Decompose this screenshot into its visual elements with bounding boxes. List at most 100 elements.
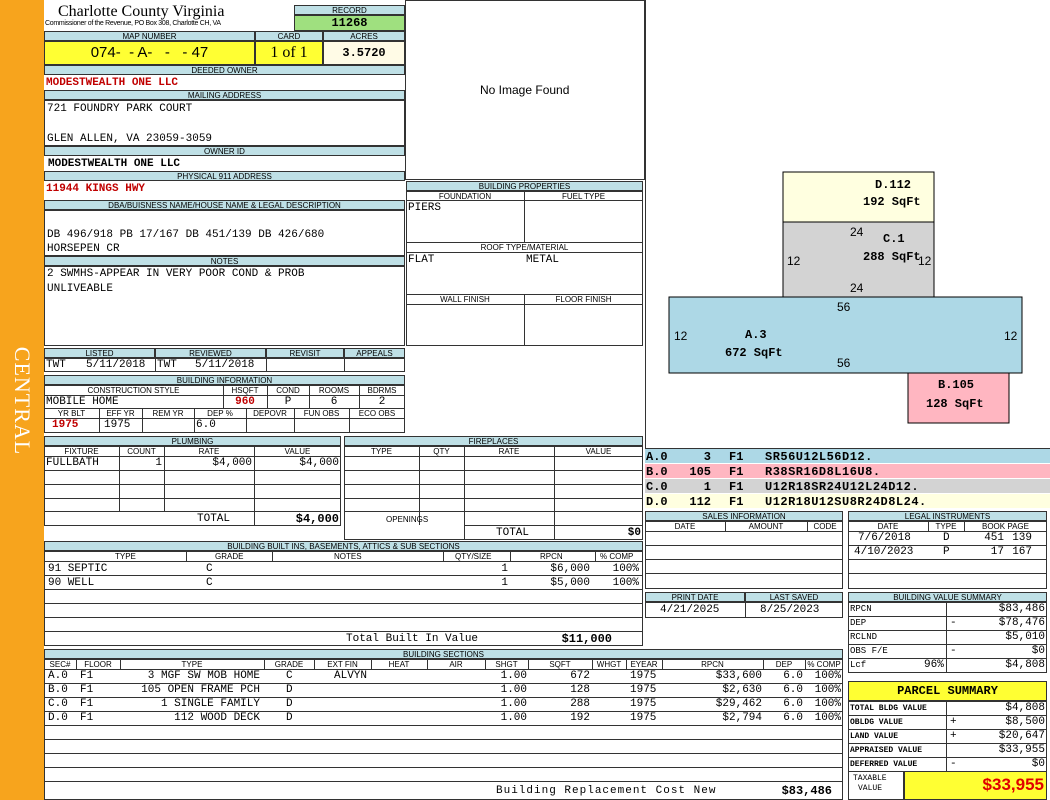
- building-properties-label: BUILDING PROPERTIES: [406, 181, 643, 191]
- built-in-total-label: Total Built In Value: [346, 633, 479, 645]
- card-value: 1 of 1: [255, 41, 323, 65]
- foundation-value: PIERS: [408, 202, 442, 214]
- parcel-value: $20,647: [998, 730, 1045, 742]
- section-type: 105 OPEN FRAME PCH: [141, 684, 260, 696]
- sidebar: CENTRAL: [0, 0, 44, 800]
- vector-row: A.0 3 F1 SR56U12L56D12.: [645, 449, 1050, 464]
- reviewed-label: REVIEWED: [155, 348, 266, 358]
- parcel-value: $0: [1031, 758, 1045, 770]
- section-sec: A.0: [48, 670, 68, 682]
- sections-header: DEP: [775, 660, 793, 669]
- value-summary-value: $5,010: [1005, 631, 1045, 643]
- roof-type: FLAT: [408, 254, 435, 266]
- taxable-value: $33,955: [904, 771, 1047, 800]
- map-number: 074- - A- - - 47: [44, 41, 255, 65]
- plumbing-label: PLUMBING: [44, 436, 341, 446]
- legal-book: 17: [990, 546, 1004, 558]
- map-number-label: MAP NUMBER: [44, 31, 255, 41]
- fireplace-header-rate: RATE: [498, 447, 520, 456]
- plumbing-count: 1: [155, 457, 162, 469]
- sections-header: SQFT: [549, 660, 571, 669]
- sketch-dim-56-top: 56: [837, 300, 851, 314]
- legal-instruments-label: LEGAL INSTRUMENTS: [848, 511, 1047, 521]
- print-date: 4/21/2025: [660, 604, 720, 616]
- revisit-label: REVISIT: [266, 348, 344, 358]
- sketch-d-area: 192 SqFt: [863, 195, 921, 209]
- sections-header: TYPE: [181, 660, 203, 669]
- legal-date: 7/6/2018: [858, 532, 911, 544]
- section-sec: B.0: [48, 684, 68, 696]
- section-rpcn: $29,462: [715, 698, 762, 710]
- section-eyear: 1975: [630, 684, 657, 696]
- mailing-line-1: 721 FOUNDRY PARK COURT: [47, 103, 193, 115]
- rooms-value: 6: [330, 396, 338, 408]
- rooms-label: ROOMS: [318, 386, 350, 395]
- cond-value: P: [284, 396, 292, 408]
- sections-header: SEC#: [49, 660, 71, 669]
- built-in-rpcn: $5,000: [550, 577, 590, 589]
- section-sec: D.0: [48, 712, 68, 724]
- plumbing-total-label: TOTAL: [197, 513, 231, 525]
- dba-label: DBA/BUISNESS NAME/HOUSE NAME & LEGAL DES…: [44, 200, 405, 210]
- built-in-header-type: TYPE: [115, 552, 136, 561]
- building-sections-label: BUILDING SECTIONS: [44, 649, 843, 659]
- legal-line-2: HORSEPEN CR: [47, 243, 120, 255]
- taxable-label-1: TAXABLE: [853, 774, 887, 783]
- bdrms-value: 2: [378, 396, 386, 408]
- mailing-address-label: MAILING ADDRESS: [44, 90, 405, 100]
- owner-id: MODESTWEALTH ONE LLC: [48, 158, 181, 170]
- cond-label: COND: [276, 386, 300, 395]
- section-sec: C.0: [48, 698, 68, 710]
- plumbing-fixture: FULLBATH: [46, 457, 99, 469]
- legal-page: 139: [1012, 532, 1032, 544]
- sections-col-divider: [485, 659, 486, 669]
- built-in-grade: C: [206, 577, 213, 589]
- listed-label: LISTED: [44, 348, 155, 358]
- parcel-value: $8,500: [1005, 716, 1045, 728]
- vector-row: B.0 105 F1 R38SR16D8L16U8.: [645, 464, 1050, 479]
- record-label: RECORD: [294, 5, 405, 15]
- sections-header: FLOOR: [84, 660, 112, 669]
- yr-blt-label: YR BLT: [57, 409, 86, 418]
- legal-date: 4/10/2023: [854, 546, 914, 558]
- sections-col-divider: [805, 659, 806, 669]
- notes-label: NOTES: [44, 256, 405, 266]
- vector-floor: F1: [729, 480, 744, 494]
- vector-path: U12R18U12SU8R24D8L24.: [765, 495, 927, 509]
- built-in-header-comp: % COMP: [600, 552, 634, 561]
- fun-obs-label: FUN OBS: [303, 409, 340, 418]
- plumbing-total: $4,000: [295, 512, 339, 526]
- section-sqft: 288: [570, 698, 590, 710]
- roof-label: ROOF TYPE/MATERIAL: [480, 243, 569, 252]
- depovr-label: DEPOVR: [253, 409, 287, 418]
- vector-code: 1: [703, 480, 711, 494]
- section-dep: 6.0: [783, 684, 803, 696]
- county-title: Charlotte County Virginia: [58, 3, 225, 20]
- sketch-dim-12-a-left: 12: [674, 329, 688, 343]
- appeals-label: APPEALS: [344, 348, 405, 358]
- section-floor: F1: [80, 684, 94, 696]
- sketch-b-area: 128 SqFt: [926, 397, 984, 411]
- sketch-c-name: C.1: [883, 232, 905, 246]
- sections-header: % COMP: [807, 660, 841, 669]
- section-eyear: 1975: [630, 698, 657, 710]
- section-shgt: 1.00: [500, 698, 527, 710]
- listed-date: 5/11/2018: [86, 359, 146, 371]
- fireplace-total-label: TOTAL: [496, 527, 530, 539]
- sections-col-divider: [763, 659, 764, 669]
- section-dep: 6.0: [783, 712, 803, 724]
- section-dep: 6.0: [783, 670, 803, 682]
- value-summary-value: $0: [1031, 645, 1045, 657]
- section-ext-fin: ALVYN: [334, 670, 368, 682]
- vector-row: D.0 112 F1 U12R18U12SU8R24D8L24.: [645, 494, 1050, 509]
- sidebar-label: CENTRAL: [10, 346, 35, 456]
- vector-row: C.0 1 F1 U12R18SR24U12L24D12.: [645, 479, 1050, 494]
- sketch-d-name: D.112: [875, 178, 912, 192]
- vector-code: 112: [689, 495, 711, 509]
- legal-type: D: [943, 532, 950, 544]
- value-summary-pct: 96%: [924, 659, 944, 671]
- taxable-label-2: VALUE: [858, 784, 883, 793]
- built-in-qty: 1: [501, 563, 508, 575]
- section-grade: D: [286, 684, 293, 696]
- deeded-owner-label: DEEDED OWNER: [44, 65, 405, 75]
